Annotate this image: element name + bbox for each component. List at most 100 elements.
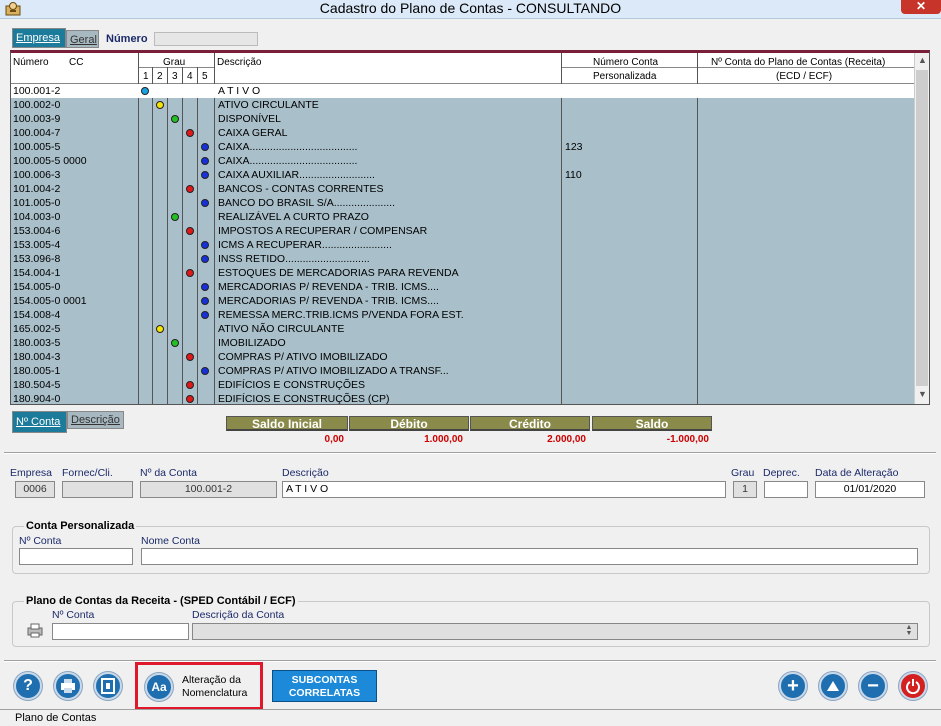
grau-dot-icon <box>186 381 194 389</box>
cell-numero: 180.504-5 <box>13 379 61 391</box>
plano-receita-num-field[interactable] <box>52 623 189 640</box>
grau-dot-icon <box>201 241 209 249</box>
plano-receita-desc-field[interactable] <box>192 623 918 640</box>
table-row[interactable]: 180.904-0 EDIFÍCIOS E CONSTRUÇÕES (CP) <box>11 392 914 405</box>
cell-descricao: BANCOS - CONTAS CORRENTES <box>218 183 384 195</box>
grau-level-4: 4 <box>187 71 193 82</box>
table-row[interactable]: 154.004-1 ESTOQUES DE MERCADORIAS PARA RE… <box>11 266 914 280</box>
grau-dot-icon <box>171 115 179 123</box>
cell-descricao: COMPRAS P/ ATIVO IMOBILIZADO A TRANSF... <box>218 365 449 377</box>
cell-numero: 165.002-5 <box>13 323 61 335</box>
numero-input[interactable] <box>154 32 258 46</box>
table-row[interactable]: 100.005-5 CAIXA..........................… <box>11 140 914 154</box>
table-row[interactable]: 100.005-5 0000 CAIXA.....................… <box>11 154 914 168</box>
table-row[interactable]: 153.005-4 ICMS A RECUPERAR...............… <box>11 238 914 252</box>
deprec-field[interactable] <box>764 481 808 498</box>
data-alteracao-field[interactable]: 01/01/2020 <box>815 481 925 498</box>
spin-icon[interactable]: ▲ ▼ <box>902 624 916 638</box>
cell-descricao: MERCADORIAS P/ REVENDA - TRIB. ICMS.... <box>218 295 439 307</box>
grau-dot-icon <box>171 339 179 347</box>
cell-descricao: CAIXA...................................… <box>218 141 358 153</box>
cell-descricao: BANCO DO BRASIL S/A..................... <box>218 197 395 209</box>
tab-numero-conta[interactable]: Nº Conta <box>12 411 67 433</box>
close-button[interactable]: ✕ <box>901 0 941 14</box>
conta-pers-num-field[interactable] <box>19 548 133 565</box>
data-alteracao-label: Data de Alteração <box>815 467 899 479</box>
table-row[interactable]: 100.001-2 A T I V O <box>11 84 914 98</box>
table-row[interactable]: 153.096-8 INSS RETIDO....................… <box>11 252 914 266</box>
tab-empresa[interactable]: Empresa <box>12 28 66 48</box>
grau-dot-icon <box>186 269 194 277</box>
fornec-label: Fornec/Cli. <box>62 467 113 479</box>
numero-label: Número <box>106 33 148 45</box>
table-row[interactable]: 153.004-6 IMPOSTOS A RECUPERAR / COMPENSA… <box>11 224 914 238</box>
table-row[interactable]: 165.002-5 ATIVO NÃO CIRCULANTE <box>11 322 914 336</box>
table-row[interactable]: 154.005-0 MERCADORIAS P/ REVENDA - TRIB. … <box>11 280 914 294</box>
print-icon <box>61 679 75 693</box>
saldo-inicial-header: Saldo Inicial <box>226 416 348 431</box>
tab-geral[interactable]: Geral <box>66 30 99 48</box>
cell-numero: 100.006-3 <box>13 169 61 181</box>
cell-conta-pers: 123 <box>565 141 583 153</box>
table-row[interactable]: 180.005-1 COMPRAS P/ ATIVO IMOBILIZADO A … <box>11 364 914 378</box>
add-button[interactable]: + <box>779 672 807 700</box>
help-button[interactable]: ? <box>14 672 42 700</box>
printer-icon[interactable] <box>26 623 44 638</box>
col-numero[interactable]: Número <box>13 57 49 68</box>
fornec-field[interactable] <box>62 481 133 498</box>
scroll-up-icon[interactable]: ▲ <box>915 53 929 68</box>
cell-numero: 180.004-3 <box>13 351 61 363</box>
table-row[interactable]: 180.004-3 COMPRAS P/ ATIVO IMOBILIZADO <box>11 350 914 364</box>
cell-descricao: COMPRAS P/ ATIVO IMOBILIZADO <box>218 351 388 363</box>
grid-scrollbar[interactable]: ▲ ▼ <box>914 53 929 404</box>
cell-descricao: REALIZÁVEL A CURTO PRAZO <box>218 211 369 223</box>
cell-descricao: IMPOSTOS A RECUPERAR / COMPENSAR <box>218 225 428 237</box>
cell-numero: 154.004-1 <box>13 267 61 279</box>
conta-pers-nome-field[interactable] <box>141 548 918 565</box>
cell-numero: 101.005-0 <box>13 197 61 209</box>
col-cc[interactable]: CC <box>69 57 84 68</box>
cell-descricao: INSS RETIDO............................. <box>218 253 370 265</box>
scroll-thumb[interactable] <box>916 70 928 386</box>
col-conta-receita-sub: (ECD / ECF) <box>776 71 833 82</box>
empresa-field[interactable]: 0006 <box>15 481 55 498</box>
cell-descricao: CAIXA AUXILIAR.......................... <box>218 169 375 181</box>
conta-field[interactable]: 100.001-2 <box>140 481 277 498</box>
header-divider <box>561 67 914 68</box>
remove-button[interactable]: − <box>859 672 887 700</box>
exit-button[interactable] <box>899 672 927 700</box>
table-row[interactable]: 180.003-5 IMOBILIZADO <box>11 336 914 350</box>
cell-descricao: DISPONÍVEL <box>218 113 282 125</box>
tab-descricao[interactable]: Descrição <box>67 411 124 429</box>
grau-field[interactable]: 1 <box>733 481 757 498</box>
subcontas-correlatas-button[interactable]: SUBCONTAS CORRELATAS <box>272 670 377 702</box>
table-row[interactable]: 154.005-0 0001 MERCADORIAS P/ REVENDA - T… <box>11 294 914 308</box>
scroll-down-icon[interactable]: ▼ <box>915 387 929 402</box>
alteracao-nomenclatura-button[interactable]: Aa Alteração da Nomenclatura <box>135 662 263 710</box>
report-button[interactable] <box>94 672 122 700</box>
cell-numero: 153.096-8 <box>13 253 61 265</box>
table-row[interactable]: 180.504-5 EDIFÍCIOS E CONSTRUÇÕES <box>11 378 914 392</box>
cell-numero: 100.002-0 <box>13 99 61 111</box>
table-row[interactable]: 100.003-9 DISPONÍVEL <box>11 112 914 126</box>
col-descricao[interactable]: Descrição <box>217 57 262 68</box>
table-row[interactable]: 101.004-2 BANCOS - CONTAS CORRENTES <box>11 182 914 196</box>
table-row[interactable]: 154.008-4 REMESSA MERC.TRIB.ICMS P/VENDA … <box>11 308 914 322</box>
cell-numero: 154.008-4 <box>13 309 61 321</box>
table-row[interactable]: 100.002-0 ATIVO CIRCULANTE <box>11 98 914 112</box>
debito-value: 1.000,00 <box>424 434 463 445</box>
table-row[interactable]: 101.005-0 BANCO DO BRASIL S/A............… <box>11 196 914 210</box>
subcontas-label-1: SUBCONTAS <box>291 674 358 686</box>
table-row[interactable]: 100.006-3 CAIXA AUXILIAR.................… <box>11 168 914 182</box>
descricao-field[interactable]: A T I V O <box>282 481 726 498</box>
up-button[interactable] <box>819 672 847 700</box>
print-button[interactable] <box>54 672 82 700</box>
grau-dot-icon <box>156 101 164 109</box>
accounts-grid[interactable]: Número CC Grau 1 2 3 4 5 Descrição Númer… <box>10 50 930 405</box>
cell-numero: 154.005-0 0001 <box>13 295 87 307</box>
saldo-header: Saldo <box>592 416 712 431</box>
table-row[interactable]: 100.004-7 CAIXA GERAL <box>11 126 914 140</box>
cell-numero: 180.904-0 <box>13 393 61 405</box>
table-row[interactable]: 104.003-0 REALIZÁVEL A CURTO PRAZO <box>11 210 914 224</box>
divider <box>4 452 936 454</box>
